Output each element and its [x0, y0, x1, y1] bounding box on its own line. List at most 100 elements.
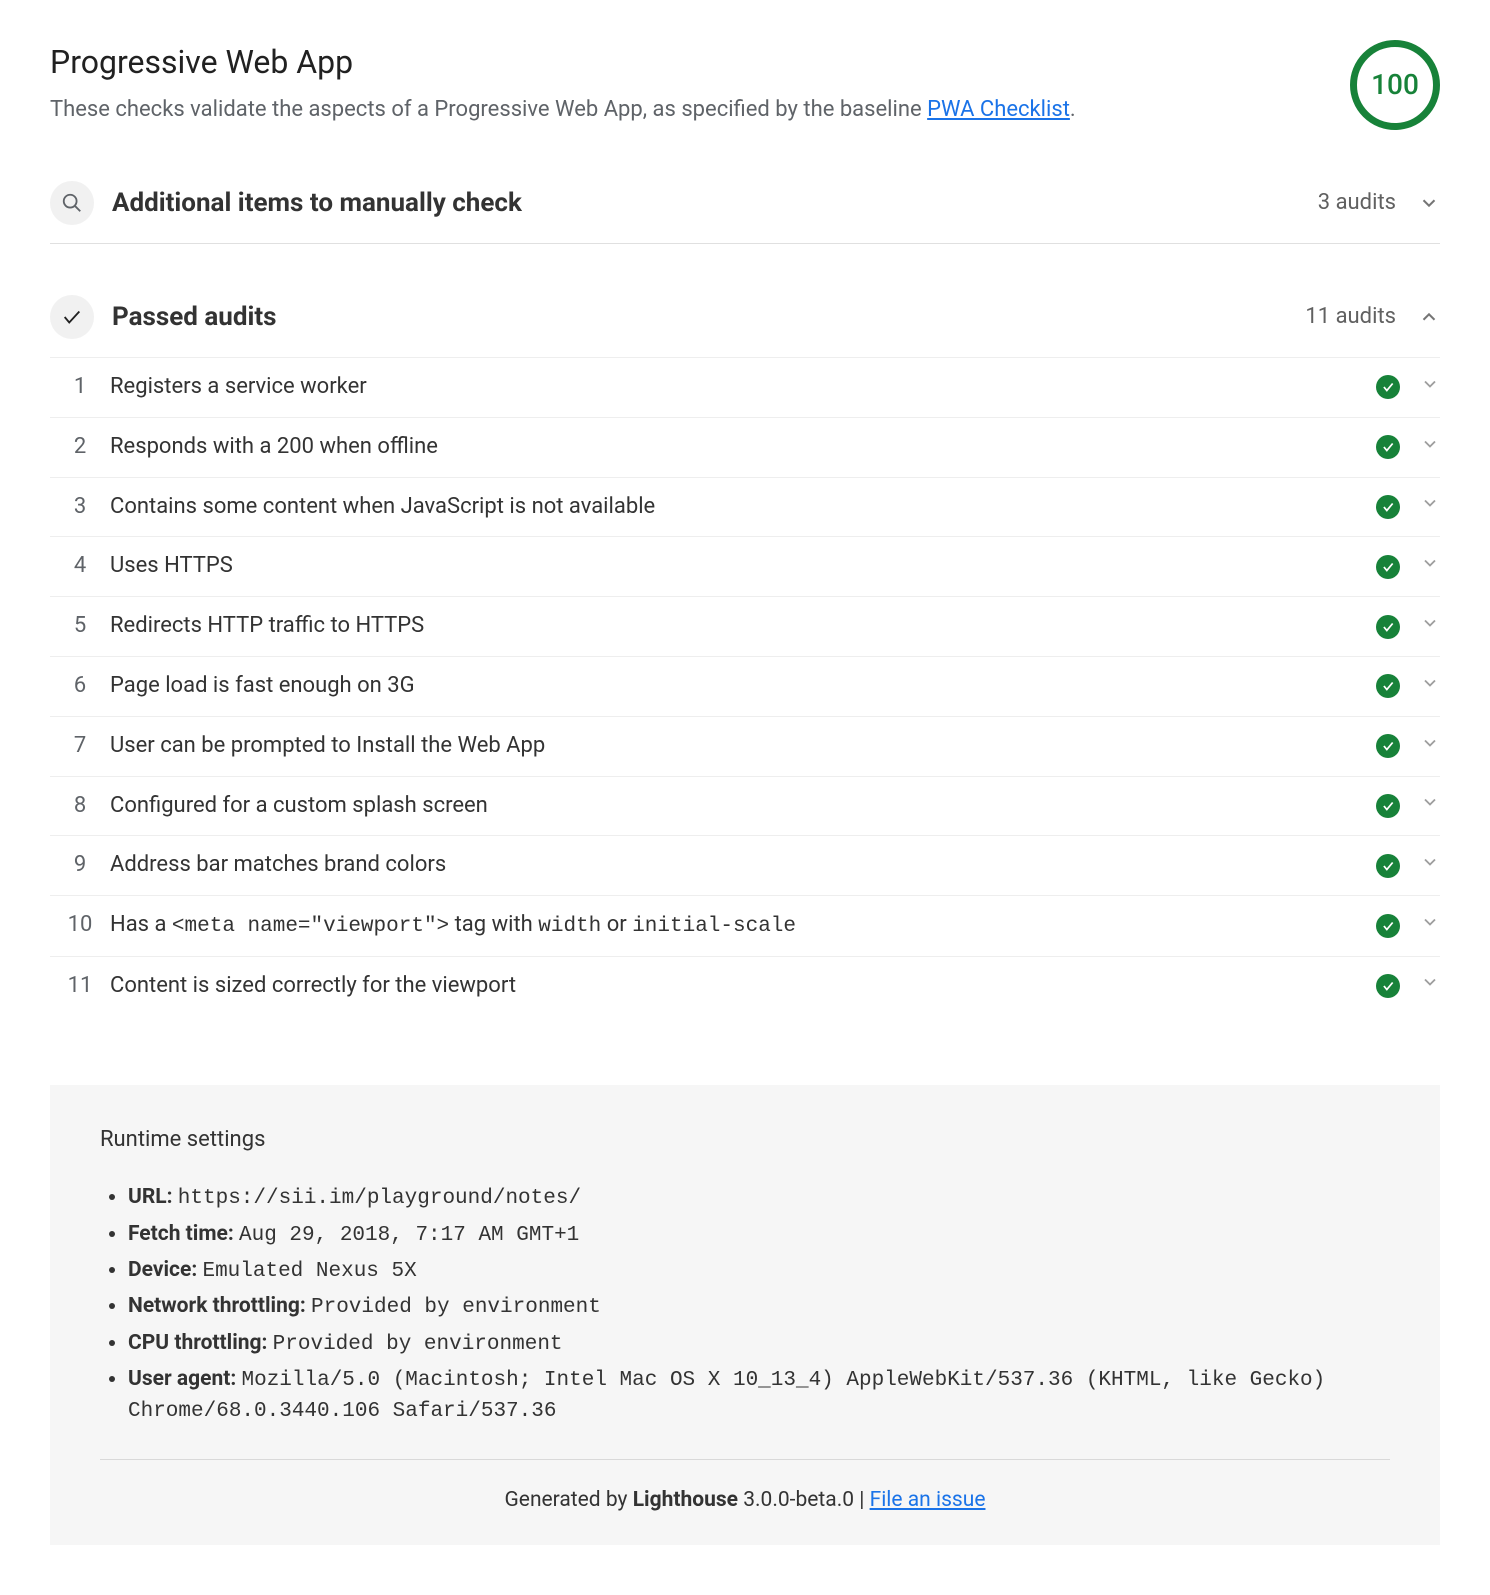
expand-audit[interactable] — [1420, 852, 1440, 879]
audit-index: 6 — [50, 671, 110, 702]
audit-row[interactable]: 6Page load is fast enough on 3G — [50, 656, 1440, 716]
runtime-device: Device: Emulated Nexus 5X — [128, 1253, 1390, 1289]
chevron-down-icon — [1420, 374, 1440, 394]
section-passed-toggle[interactable]: Passed audits 11 audits — [50, 289, 1440, 357]
audit-row[interactable]: 4Uses HTTPS — [50, 536, 1440, 596]
generated-name: Lighthouse — [633, 1488, 738, 1512]
pass-icon — [1376, 794, 1400, 818]
runtime-network-throttling: Network throttling: Provided by environm… — [128, 1289, 1390, 1325]
expand-audit[interactable] — [1420, 972, 1440, 999]
pass-icon — [1376, 854, 1400, 878]
audit-row[interactable]: 10Has a <meta name="viewport"> tag with … — [50, 895, 1440, 955]
runtime-fetch-value: Aug 29, 2018, 7:17 AM GMT+1 — [239, 1224, 579, 1247]
runtime-net-value: Provided by environment — [311, 1296, 601, 1319]
section-manual-checks: Additional items to manually check 3 aud… — [50, 175, 1440, 244]
category-description-suffix: . — [1070, 97, 1076, 122]
chevron-down-icon — [1420, 613, 1440, 633]
runtime-device-label: Device: — [128, 1258, 197, 1282]
audit-title: Contains some content when JavaScript is… — [110, 492, 1376, 523]
audit-row[interactable]: 5Redirects HTTP traffic to HTTPS — [50, 596, 1440, 656]
footer-divider — [100, 1459, 1390, 1460]
audit-title: Page load is fast enough on 3G — [110, 671, 1376, 702]
expand-audit[interactable] — [1420, 733, 1440, 760]
category-header-text: Progressive Web App These checks validat… — [50, 40, 1076, 126]
score-gauge: 100 — [1350, 40, 1440, 130]
audit-row[interactable]: 11Content is sized correctly for the vie… — [50, 956, 1440, 1016]
runtime-fetch-time: Fetch time: Aug 29, 2018, 7:17 AM GMT+1 — [128, 1217, 1390, 1253]
runtime-cpu-value: Provided by environment — [273, 1333, 563, 1356]
runtime-cpu-throttling: CPU throttling: Provided by environment — [128, 1326, 1390, 1362]
runtime-heading: Runtime settings — [100, 1125, 1390, 1156]
runtime-url: URL: https://sii.im/playground/notes/ — [128, 1180, 1390, 1216]
chevron-down-icon — [1420, 972, 1440, 992]
chevron-down-icon — [1420, 493, 1440, 513]
pass-icon — [1376, 435, 1400, 459]
section-manual-toggle[interactable]: Additional items to manually check 3 aud… — [50, 175, 1440, 243]
audit-title: Uses HTTPS — [110, 551, 1376, 582]
audit-index: 9 — [50, 850, 110, 881]
pwa-checklist-link[interactable]: PWA Checklist — [927, 97, 1070, 122]
audit-title: Redirects HTTP traffic to HTTPS — [110, 611, 1376, 642]
chevron-down-icon — [1420, 733, 1440, 753]
runtime-fetch-label: Fetch time: — [128, 1222, 234, 1246]
runtime-settings: Runtime settings URL: https://sii.im/pla… — [50, 1085, 1440, 1545]
section-passed-count: 11 audits — [1305, 302, 1396, 333]
pass-icon — [1376, 674, 1400, 698]
audit-index: 1 — [50, 372, 110, 403]
expand-audit[interactable] — [1420, 792, 1440, 819]
audit-title: Responds with a 200 when offline — [110, 432, 1376, 463]
audit-row[interactable]: 3Contains some content when JavaScript i… — [50, 477, 1440, 537]
pass-icon — [1376, 615, 1400, 639]
chevron-down-icon — [1420, 852, 1440, 872]
runtime-user-agent: User agent: Mozilla/5.0 (Macintosh; Inte… — [128, 1362, 1390, 1429]
expand-audit[interactable] — [1420, 374, 1440, 401]
file-issue-link[interactable]: File an issue — [870, 1488, 986, 1512]
runtime-device-value: Emulated Nexus 5X — [202, 1260, 416, 1283]
search-icon — [50, 181, 94, 225]
audit-index: 7 — [50, 731, 110, 762]
expand-audit[interactable] — [1420, 912, 1440, 939]
section-passed-audits: Passed audits 11 audits 1Registers a ser… — [50, 289, 1440, 1015]
audit-row[interactable]: 1Registers a service worker — [50, 357, 1440, 417]
section-manual-count: 3 audits — [1318, 188, 1396, 219]
pass-icon — [1376, 495, 1400, 519]
chevron-down-icon — [1420, 912, 1440, 932]
audit-title: Configured for a custom splash screen — [110, 791, 1376, 822]
audit-index: 11 — [50, 971, 110, 1002]
section-passed-title: Passed audits — [112, 299, 1305, 335]
runtime-url-value: https://sii.im/playground/notes/ — [178, 1187, 581, 1210]
section-manual-title: Additional items to manually check — [112, 185, 1318, 221]
chevron-up-icon — [1418, 306, 1440, 328]
expand-audit[interactable] — [1420, 673, 1440, 700]
chevron-down-icon — [1418, 192, 1440, 214]
generated-prefix: Generated by — [505, 1488, 633, 1512]
audit-title: User can be prompted to Install the Web … — [110, 731, 1376, 762]
score-value: 100 — [1371, 65, 1419, 104]
audit-index: 5 — [50, 611, 110, 642]
check-icon — [50, 295, 94, 339]
audit-index: 8 — [50, 791, 110, 822]
runtime-list: URL: https://sii.im/playground/notes/ Fe… — [100, 1180, 1390, 1429]
pass-icon — [1376, 914, 1400, 938]
audit-row[interactable]: 9Address bar matches brand colors — [50, 835, 1440, 895]
passed-audit-list: 1Registers a service worker2Responds wit… — [50, 357, 1440, 1015]
chevron-down-icon — [1420, 792, 1440, 812]
audit-index: 3 — [50, 492, 110, 523]
expand-audit[interactable] — [1420, 553, 1440, 580]
chevron-down-icon — [1420, 673, 1440, 693]
category-header: Progressive Web App These checks validat… — [50, 40, 1440, 130]
audit-row[interactable]: 8Configured for a custom splash screen — [50, 776, 1440, 836]
pass-icon — [1376, 375, 1400, 399]
audit-index: 2 — [50, 432, 110, 463]
audit-row[interactable]: 2Responds with a 200 when offline — [50, 417, 1440, 477]
expand-audit[interactable] — [1420, 613, 1440, 640]
category-description: These checks validate the aspects of a P… — [50, 95, 1076, 126]
audit-row[interactable]: 7User can be prompted to Install the Web… — [50, 716, 1440, 776]
audit-index: 10 — [50, 910, 110, 941]
expand-audit[interactable] — [1420, 493, 1440, 520]
category-title: Progressive Web App — [50, 40, 1076, 85]
pass-icon — [1376, 734, 1400, 758]
audit-index: 4 — [50, 551, 110, 582]
generated-version: 3.0.0-beta.0 | — [738, 1488, 870, 1512]
expand-audit[interactable] — [1420, 434, 1440, 461]
